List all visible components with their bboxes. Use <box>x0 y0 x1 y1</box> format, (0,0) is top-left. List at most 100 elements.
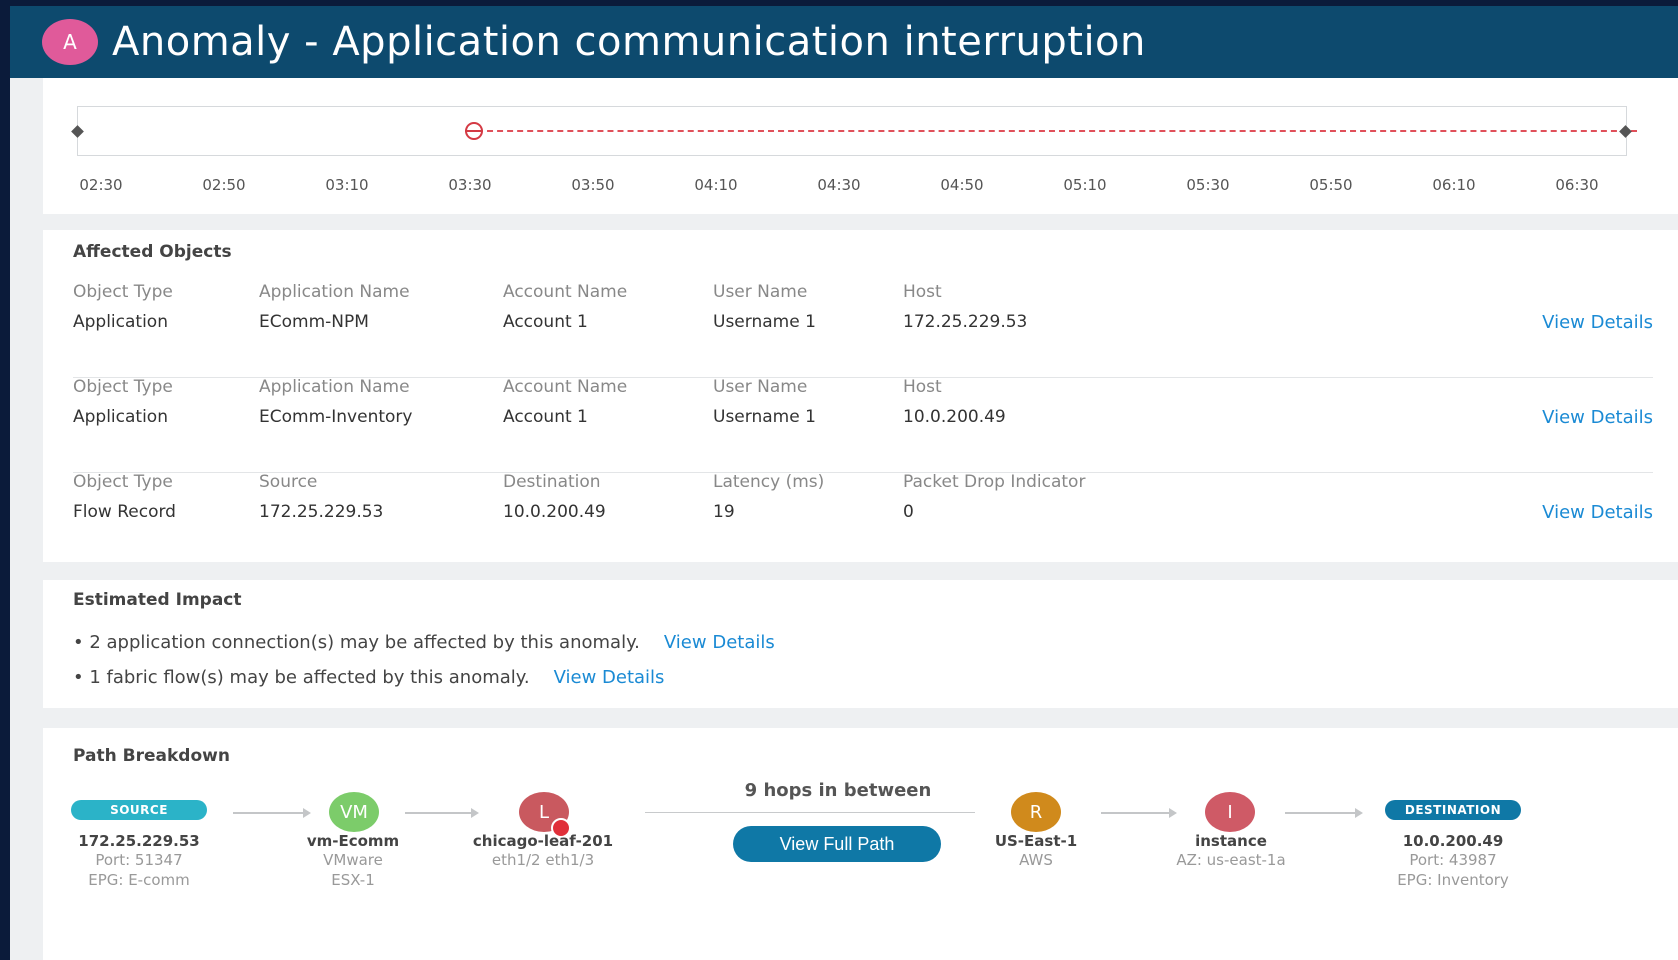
header-bar: A Anomaly - Application communication in… <box>10 6 1678 78</box>
field-value: Application <box>73 407 168 427</box>
destination-port: Port: 43987 <box>1409 851 1497 869</box>
field-label: Host <box>903 282 942 302</box>
hops-divider <box>645 812 975 813</box>
view-full-path-button[interactable]: View Full Path <box>733 826 941 862</box>
region-node-icon[interactable]: R <box>1011 792 1061 832</box>
affected-objects-title: Affected Objects <box>73 242 232 262</box>
field-label: Account Name <box>503 282 628 302</box>
leaf-interfaces: eth1/2 eth1/3 <box>491 851 595 869</box>
anomaly-start-marker-icon[interactable] <box>465 122 483 140</box>
field-label: Source <box>259 472 318 492</box>
field-label: Application Name <box>259 377 410 397</box>
destination-ip: 10.0.200.49 <box>1402 832 1504 850</box>
region-provider: AWS <box>1019 851 1053 869</box>
destination-hop[interactable]: 10.0.200.49 Port: 43987 EPG: Inventory <box>1353 832 1553 890</box>
field-label: Application Name <box>259 282 410 302</box>
leaf-hop: chicago-leaf-201 eth1/2 eth1/3 <box>443 832 643 870</box>
estimated-impact-title: Estimated Impact <box>73 590 242 610</box>
field-value: 172.25.229.53 <box>903 312 1028 332</box>
affected-object-row: Object Type Flow Record Source 172.25.229.5… <box>73 472 1653 568</box>
view-details-link[interactable]: View Details <box>664 632 775 653</box>
path-breakdown-title: Path Breakdown <box>73 746 230 766</box>
field-label: Destination <box>503 472 601 492</box>
anomaly-avatar-icon: A <box>42 19 98 65</box>
affected-object-row: Object Type Application Application Name EC… <box>73 282 1653 378</box>
instance-node-icon[interactable]: I <box>1205 792 1255 832</box>
source-ip: 172.25.229.53 <box>78 832 200 850</box>
field-label: Object Type <box>73 472 173 492</box>
field-label: Packet Drop Indicator <box>903 472 1086 492</box>
vm-platform: VMware <box>323 851 383 869</box>
timeline-tick-label: 04:10 <box>694 176 738 194</box>
field-label: User Name <box>713 377 808 397</box>
view-details-link[interactable]: View Details <box>554 667 665 688</box>
impact-text: • 1 fabric flow(s) may be affected by th… <box>73 667 530 688</box>
anomaly-window: A Anomaly - Application communication in… <box>10 6 1678 960</box>
region-name: US-East-1 <box>994 832 1078 850</box>
impact-line-fabric-flows: • 1 fabric flow(s) may be affected by th… <box>73 667 664 688</box>
field-label: User Name <box>713 282 808 302</box>
field-col-2: Application Name EComm-NPM <box>259 282 410 332</box>
affected-object-row: Object Type Application Application Name EC… <box>73 377 1653 473</box>
path-arrow <box>1285 808 1363 818</box>
field-label: Host <box>903 377 942 397</box>
source-epg: EPG: E-comm <box>88 871 190 889</box>
field-col-5: Host 172.25.229.53 <box>903 282 1027 332</box>
anomaly-duration-line <box>477 130 1637 132</box>
field-object-type: Object Type Application <box>73 377 173 427</box>
estimated-impact-card: Estimated Impact • 2 application connect… <box>43 580 1678 708</box>
timeline-tick-label: 06:10 <box>1432 176 1476 194</box>
field-value: 172.25.229.53 <box>259 502 384 522</box>
page-title: Anomaly - Application communication inte… <box>112 19 1146 65</box>
instance-zone: AZ: us-east-1a <box>1176 851 1286 869</box>
timeline-tick-label: 06:30 <box>1555 176 1599 194</box>
field-label: Account Name <box>503 377 628 397</box>
leaf-name: chicago-leaf-201 <box>472 832 614 850</box>
field-value: Flow Record <box>73 502 176 522</box>
path-arrow <box>1101 808 1177 818</box>
instance-name: instance <box>1195 832 1267 850</box>
field-col-4: Latency (ms) 19 <box>713 472 824 522</box>
timeline-tick-label: 03:10 <box>325 176 369 194</box>
destination-badge: DESTINATION <box>1385 800 1521 820</box>
field-value: 0 <box>903 502 914 522</box>
path-breakdown-card: Path Breakdown SOURCE 172.25.229.53 Port… <box>43 728 1678 960</box>
timeline-tick-label: 02:30 <box>79 176 123 194</box>
affected-objects-card: Affected Objects Object Type Application A… <box>43 230 1678 562</box>
field-col-2: Source 172.25.229.53 <box>259 472 383 522</box>
region-hop: US-East-1 AWS <box>936 832 1136 870</box>
vm-host: ESX-1 <box>331 871 375 889</box>
field-col-3: Destination 10.0.200.49 <box>503 472 606 522</box>
vm-node-icon[interactable]: VM <box>329 792 379 832</box>
field-object-type: Object Type Flow Record <box>73 472 176 522</box>
field-label: Latency (ms) <box>713 472 825 492</box>
view-details-link[interactable]: View Details <box>1542 312 1653 333</box>
source-port: Port: 51347 <box>95 851 183 869</box>
field-col-4: User Name Username 1 <box>713 377 816 427</box>
view-details-link[interactable]: View Details <box>1542 502 1653 523</box>
hops-count-label: 9 hops in between <box>744 780 932 801</box>
instance-hop: instance AZ: us-east-1a <box>1131 832 1331 870</box>
field-value: 10.0.200.49 <box>503 502 606 522</box>
field-label: Object Type <box>73 282 173 302</box>
field-label: Object Type <box>73 377 173 397</box>
path-arrow <box>233 808 311 818</box>
timeline-tick-label: 05:10 <box>1063 176 1107 194</box>
timeline-tick-label: 05:50 <box>1309 176 1353 194</box>
source-hop[interactable]: 172.25.229.53 Port: 51347 EPG: E-comm <box>39 832 239 890</box>
field-col-3: Account Name Account 1 <box>503 282 627 332</box>
timeline-tick-label: 04:30 <box>817 176 861 194</box>
timeline-tick-label: 03:30 <box>448 176 492 194</box>
impact-text: • 2 application connection(s) may be aff… <box>73 632 640 653</box>
timeline-card: 02:30 02:50 03:10 03:30 03:50 04:10 04:30 04:50… <box>43 78 1678 214</box>
destination-epg: EPG: Inventory <box>1397 871 1509 889</box>
vm-hop: vm-Ecomm VMware ESX-1 <box>253 832 453 890</box>
view-details-link[interactable]: View Details <box>1542 407 1653 428</box>
field-col-3: Account Name Account 1 <box>503 377 627 427</box>
timeline-tick-label: 03:50 <box>571 176 615 194</box>
source-badge: SOURCE <box>71 800 207 820</box>
field-col-5: Host 10.0.200.49 <box>903 377 1006 427</box>
timeline-tick-label: 05:30 <box>1186 176 1230 194</box>
field-value: Username 1 <box>713 407 816 427</box>
field-object-type: Object Type Application <box>73 282 173 332</box>
